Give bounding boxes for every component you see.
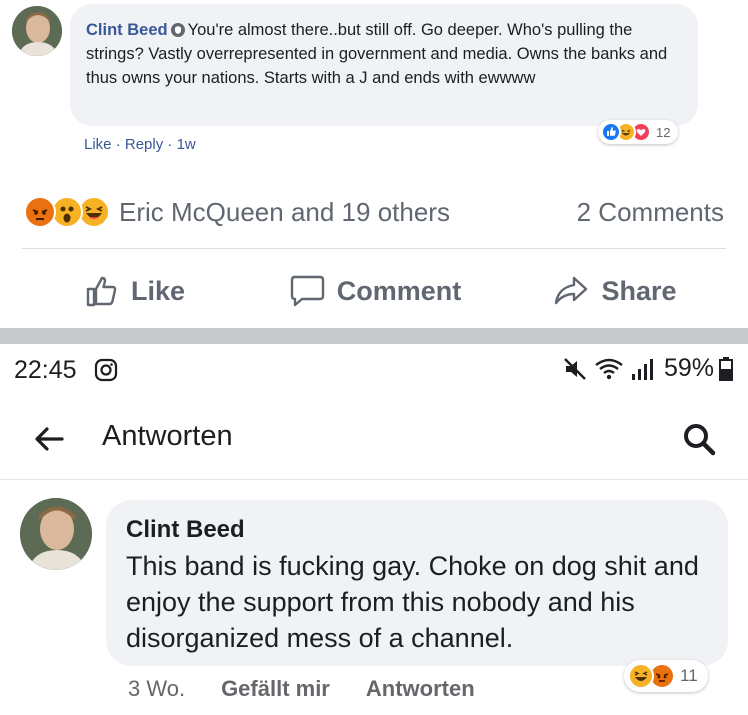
reply-text: This band is fucking gay. Choke on dog s… xyxy=(126,551,699,653)
comment-author[interactable]: Clint Beed xyxy=(86,21,168,39)
reply-link[interactable]: Antworten xyxy=(366,676,475,702)
signal-icon xyxy=(631,358,653,380)
app-bar: Antworten xyxy=(0,400,748,480)
summary-reaction-icons[interactable] xyxy=(24,196,110,228)
comment-button-label: Comment xyxy=(336,275,462,306)
reply-reactions[interactable]: 11 xyxy=(624,660,708,692)
top-screenshot: Clint Beed You're almost there..but still… xyxy=(0,0,748,328)
reactors-text[interactable]: Eric McQueen and 19 others xyxy=(119,197,450,228)
reply-bubble: Clint Beed This band is fucking gay. Cho… xyxy=(106,500,728,666)
like-link[interactable]: Gefällt mir xyxy=(221,676,330,702)
meta-separator: · xyxy=(163,136,177,153)
status-icons: 59% xyxy=(562,354,734,383)
like-reaction-icon xyxy=(601,122,621,142)
comment-meta: Like · Reply · 1w xyxy=(84,136,196,153)
reaction-count: 12 xyxy=(656,124,671,140)
post-reaction-summary: Eric McQueen and 19 others 2 Comments xyxy=(24,192,724,232)
comment-bubble: Clint Beed You're almost there..but still… xyxy=(70,4,698,126)
avatar[interactable] xyxy=(12,6,62,56)
back-arrow-icon[interactable] xyxy=(32,422,66,456)
reply-age[interactable]: 3 Wo. xyxy=(128,676,185,702)
like-button[interactable]: Like xyxy=(0,262,250,320)
share-arrow-icon xyxy=(555,276,588,305)
status-bar: 22:45 59% xyxy=(0,344,748,394)
battery-icon xyxy=(719,356,733,381)
mute-icon xyxy=(564,357,586,380)
reply-link[interactable]: Reply xyxy=(125,136,163,153)
avatar[interactable] xyxy=(20,498,92,570)
comments-count[interactable]: 2 Comments xyxy=(577,197,724,228)
share-button-label: Share xyxy=(601,275,677,306)
post-actions: Like Comment Share xyxy=(0,262,748,320)
battery-percent: 59% xyxy=(663,354,714,382)
comment-age[interactable]: 1w xyxy=(177,136,196,153)
share-button[interactable]: Share xyxy=(500,262,730,320)
comment-reactions[interactable]: 12 xyxy=(598,120,679,144)
reply-author[interactable]: Clint Beed xyxy=(126,514,708,546)
meta-separator: · xyxy=(111,136,125,153)
speech-bubble-icon xyxy=(290,275,324,307)
comment-button[interactable]: Comment xyxy=(250,262,500,320)
reply-meta: 3 Wo. Gefällt mir Antworten xyxy=(128,676,475,702)
page-title: Antworten xyxy=(102,420,233,452)
divider xyxy=(22,248,726,249)
angry-reaction-icon xyxy=(24,196,56,228)
top-fan-badge-icon xyxy=(170,23,185,37)
search-icon[interactable] xyxy=(680,420,718,458)
wifi-icon xyxy=(595,358,623,379)
screenshot-separator xyxy=(0,328,748,344)
thumbs-up-icon xyxy=(86,276,117,307)
status-time: 22:45 xyxy=(14,356,77,384)
reaction-count: 11 xyxy=(680,666,698,685)
instagram-icon xyxy=(94,358,118,382)
like-button-label: Like xyxy=(130,275,186,306)
like-link[interactable]: Like xyxy=(84,136,112,153)
haha-reaction-icon xyxy=(628,663,654,689)
